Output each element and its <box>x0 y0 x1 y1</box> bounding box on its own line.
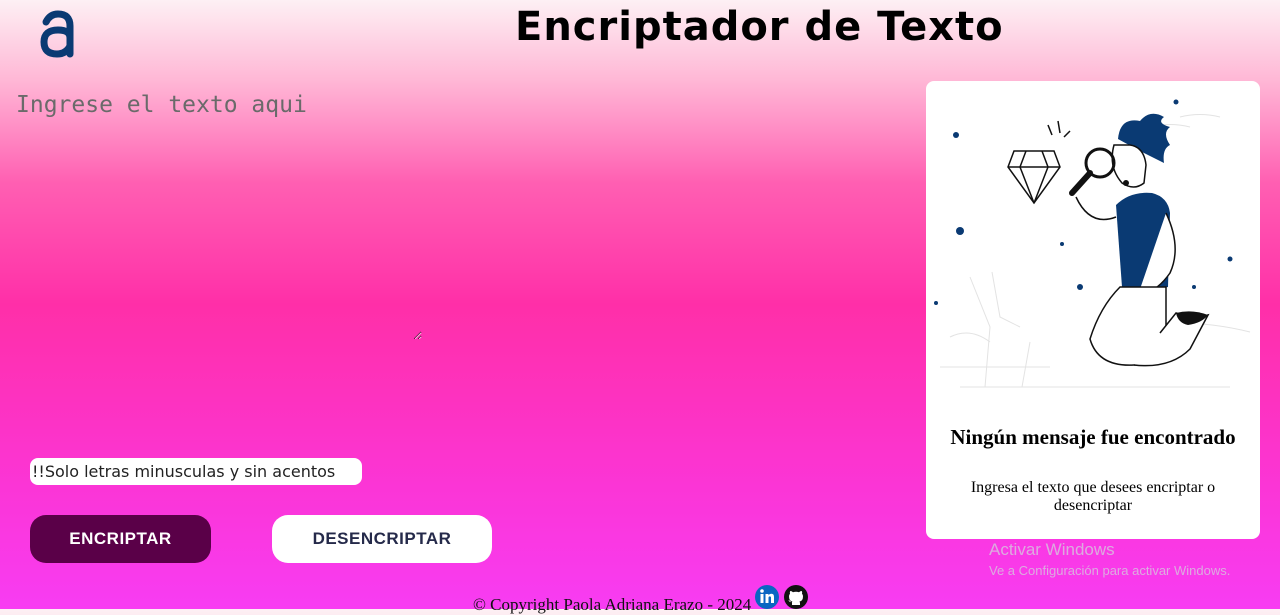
empty-message-title: Ningún mensaje fue encontrado <box>950 425 1236 449</box>
github-icon[interactable] <box>783 584 809 610</box>
watermark-title: Activar Windows <box>989 540 1115 559</box>
page-title: Encriptador de Texto <box>515 4 1004 50</box>
person-with-magnifier-illustration <box>934 99 1251 388</box>
windows-activation-watermark: Activar Windows Ve a Configuración para … <box>989 540 1230 578</box>
warning-message: !!Solo letras minusculas y sin acentos <box>30 458 362 485</box>
output-card: Ningún mensaje fue encontrado Ingresa el… <box>926 81 1260 539</box>
footer: © Copyright Paola Adriana Erazo - 2024 <box>473 584 809 614</box>
watermark-subtitle: Ve a Configuración para activar Windows. <box>989 563 1231 578</box>
decrypt-button[interactable]: DESENCRIPTAR <box>272 515 492 563</box>
empty-message-description: Ingresa el texto que desees encriptar o … <box>970 479 1216 514</box>
encrypt-button[interactable]: ENCRIPTAR <box>30 515 211 563</box>
copyright-text: © Copyright Paola Adriana Erazo - 2024 <box>473 595 752 614</box>
text-input[interactable] <box>8 84 422 340</box>
linkedin-icon[interactable] <box>754 584 780 610</box>
logo-icon <box>40 10 74 58</box>
